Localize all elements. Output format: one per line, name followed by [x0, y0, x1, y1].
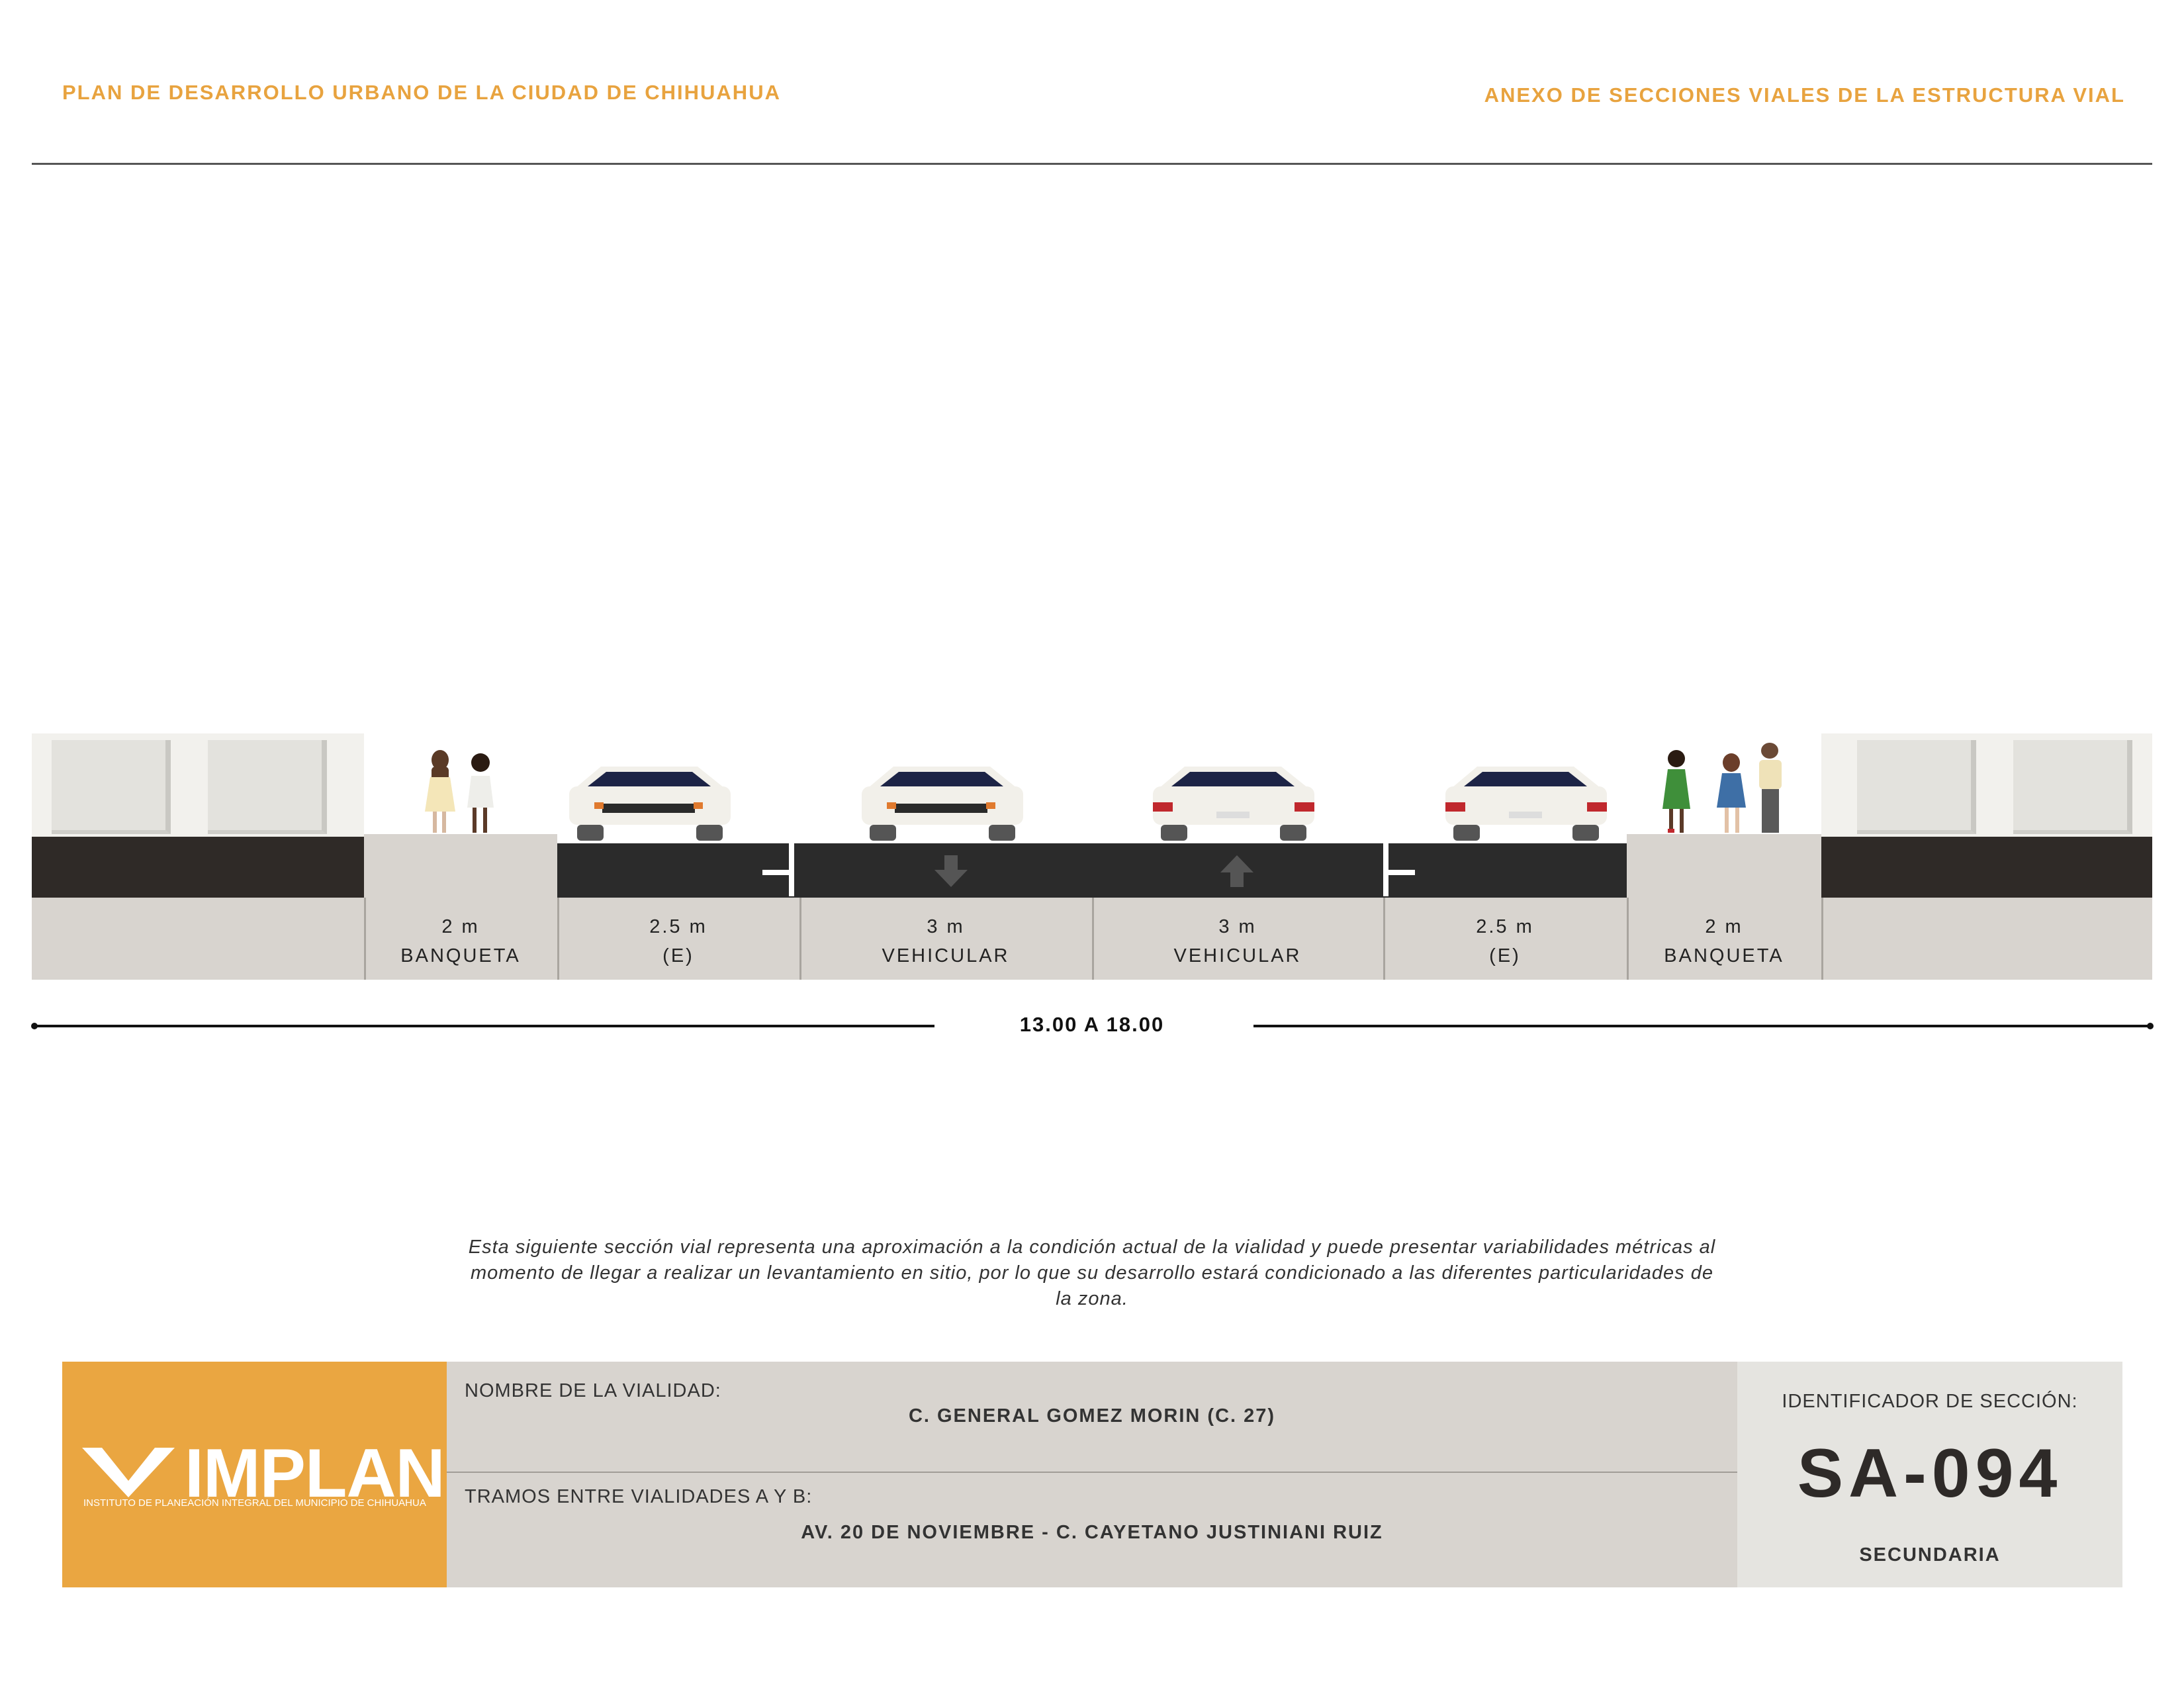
segment-name: (E) [662, 945, 694, 966]
total-width-label: 13.00 A 18.00 [1019, 1013, 1165, 1036]
segment-width: 2.5 m [649, 916, 707, 937]
dimension-endpoint [2147, 1023, 2154, 1029]
arrow-up-icon [1220, 855, 1253, 887]
street-illustrations [425, 743, 1782, 887]
segment-label-left-parking: 2.5 m (E) [557, 912, 799, 970]
car-icon [569, 767, 731, 841]
header-rule [32, 163, 2152, 165]
segment-name: VEHICULAR [882, 945, 1010, 966]
road-info-panel: NOMBRE DE LA VIALIDAD: C. GENERAL GOMEZ … [447, 1362, 1737, 1587]
segment-width: 3 m [1218, 916, 1257, 937]
segment-label-right-parking: 2.5 m (E) [1383, 912, 1627, 970]
segment-width: 2 m [1705, 916, 1743, 937]
arrow-down-icon [934, 855, 968, 887]
segment-name: BANQUETA [400, 945, 521, 966]
road-section-diagram: 2 m BANQUETA 2.5 m (E) 3 m VEHICULAR 3 m… [32, 733, 2152, 980]
pedestrian-icon [1717, 753, 1746, 833]
segment-label-lane-2: 3 m VEHICULAR [1092, 912, 1383, 970]
dimension-line-right [1253, 1025, 2150, 1027]
segment-range-label: TRAMOS ENTRE VIALIDADES A Y B: [465, 1486, 813, 1507]
pedestrian-icon [1662, 750, 1690, 833]
implan-logo: IMPLAN INSTITUTO DE PLANEACIÓN INTEGRAL … [62, 1362, 447, 1587]
segment-width: 3 m [927, 916, 965, 937]
logo-subtitle: INSTITUTO DE PLANEACIÓN INTEGRAL DEL MUN… [83, 1497, 426, 1509]
section-id-value: SA-094 [1797, 1435, 2063, 1512]
road-name-value: C. GENERAL GOMEZ MORIN (C. 27) [908, 1405, 1276, 1427]
disclaimer-note: Esta siguiente sección vial representa u… [468, 1237, 1716, 1309]
section-id-label: IDENTIFICADOR DE SECCIÓN: [1782, 1391, 2078, 1412]
dimension-line-left [34, 1025, 934, 1027]
car-icon [1445, 767, 1607, 841]
segment-range-value: AV. 20 DE NOVIEMBRE - C. CAYETANO JUSTIN… [801, 1522, 1383, 1543]
road-classification: SECUNDARIA [1859, 1544, 2001, 1566]
road-name-label: NOMBRE DE LA VIALIDAD: [465, 1380, 721, 1401]
segment-label-lane-1: 3 m VEHICULAR [799, 912, 1092, 970]
segment-width: 2 m [441, 916, 480, 937]
pedestrian-icon [467, 753, 494, 833]
pedestrian-icon [425, 750, 455, 833]
segment-label-right-sidewalk: 2 m BANQUETA [1627, 912, 1821, 970]
segment-name: BANQUETA [1664, 945, 1784, 966]
header-right-title: ANEXO DE SECCIONES VIALES DE LA ESTRUCTU… [1484, 83, 2125, 107]
car-icon [862, 767, 1023, 841]
pedestrian-icon [1759, 743, 1782, 833]
car-icon [1153, 767, 1314, 841]
segment-width: 2.5 m [1476, 916, 1534, 937]
segment-separator [1821, 898, 1823, 980]
implan-mark-icon [82, 1448, 175, 1497]
header-left-title: PLAN DE DESARROLLO URBANO DE LA CIUDAD D… [62, 81, 781, 104]
segment-name: (E) [1489, 945, 1521, 966]
info-divider [447, 1472, 1737, 1473]
segment-label-left-sidewalk: 2 m BANQUETA [364, 912, 557, 970]
section-id-panel: IDENTIFICADOR DE SECCIÓN: SA-094 SECUNDA… [1737, 1362, 2122, 1587]
segment-name: VEHICULAR [1173, 945, 1302, 966]
